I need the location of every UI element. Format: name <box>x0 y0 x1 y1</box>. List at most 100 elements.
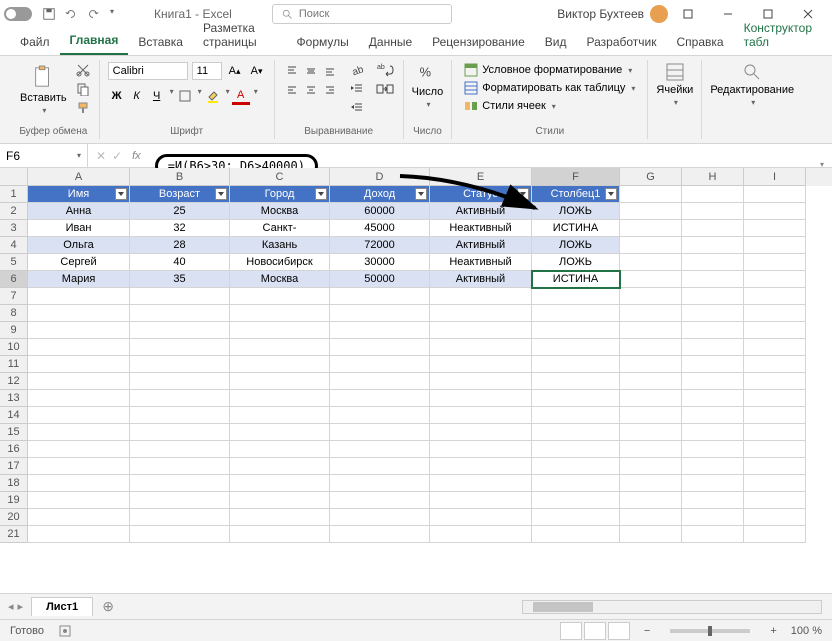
filter-button[interactable] <box>315 188 327 200</box>
paste-button[interactable]: Вставить ▾ <box>16 62 71 117</box>
cell[interactable] <box>620 254 682 271</box>
cell[interactable] <box>130 356 230 373</box>
cell[interactable] <box>230 441 330 458</box>
cell[interactable] <box>744 220 806 237</box>
record-macro-icon[interactable] <box>58 624 72 638</box>
zoom-in-button[interactable]: + <box>770 625 776 637</box>
cell[interactable] <box>130 288 230 305</box>
sheet-nav-next-icon[interactable]: ▸ <box>18 600 24 613</box>
merge-cells-icon[interactable] <box>375 81 395 97</box>
cell[interactable] <box>682 288 744 305</box>
table-header-cell[interactable]: Столбец1 <box>532 186 620 203</box>
cell[interactable] <box>130 390 230 407</box>
align-top-icon[interactable] <box>283 62 301 80</box>
row-header[interactable]: 1 <box>0 186 28 203</box>
cell[interactable] <box>532 407 620 424</box>
cell[interactable]: 28 <box>130 237 230 254</box>
italic-button[interactable]: К <box>128 87 146 105</box>
cell[interactable] <box>532 509 620 526</box>
cell[interactable] <box>130 373 230 390</box>
decrease-indent-icon[interactable] <box>349 81 365 97</box>
tab-insert[interactable]: Вставка <box>128 29 193 55</box>
cell[interactable]: 45000 <box>330 220 430 237</box>
cell[interactable]: ЛОЖЬ <box>532 203 620 220</box>
cell[interactable] <box>744 475 806 492</box>
cell[interactable] <box>620 288 682 305</box>
cell[interactable] <box>620 339 682 356</box>
cell[interactable] <box>620 322 682 339</box>
row-header[interactable]: 2 <box>0 203 28 220</box>
cell[interactable] <box>430 356 532 373</box>
cell[interactable] <box>130 441 230 458</box>
cell[interactable] <box>330 305 430 322</box>
cell[interactable] <box>620 526 682 543</box>
cell[interactable]: ЛОЖЬ <box>532 254 620 271</box>
cell[interactable] <box>682 271 744 288</box>
filter-button[interactable] <box>415 188 427 200</box>
cell[interactable] <box>682 373 744 390</box>
cancel-formula-icon[interactable]: ✕ <box>96 149 106 163</box>
cell[interactable] <box>744 288 806 305</box>
cell[interactable] <box>230 305 330 322</box>
table-header-cell[interactable]: Город <box>230 186 330 203</box>
cell[interactable]: Неактивный <box>430 254 532 271</box>
row-header[interactable]: 5 <box>0 254 28 271</box>
tab-view[interactable]: Вид <box>535 29 577 55</box>
cell[interactable] <box>532 441 620 458</box>
fill-color-icon[interactable] <box>204 87 222 105</box>
cell[interactable] <box>430 390 532 407</box>
select-all-corner[interactable] <box>0 168 28 186</box>
row-header[interactable]: 12 <box>0 373 28 390</box>
orientation-icon[interactable]: ab <box>349 62 365 78</box>
col-header[interactable]: B <box>130 168 230 186</box>
cell[interactable]: Активный <box>430 237 532 254</box>
cell[interactable] <box>430 424 532 441</box>
cell[interactable]: Казань <box>230 237 330 254</box>
cell[interactable] <box>682 322 744 339</box>
col-header[interactable]: A <box>28 168 130 186</box>
tab-developer[interactable]: Разработчик <box>577 29 667 55</box>
format-as-table-button[interactable]: Форматировать как таблицу▾ <box>460 80 639 96</box>
enter-formula-icon[interactable]: ✓ <box>112 149 122 163</box>
cell[interactable] <box>230 424 330 441</box>
cell[interactable] <box>532 305 620 322</box>
cell[interactable] <box>744 271 806 288</box>
cell[interactable] <box>28 373 130 390</box>
cell[interactable] <box>28 356 130 373</box>
bold-button[interactable]: Ж <box>108 87 126 105</box>
cell[interactable] <box>28 288 130 305</box>
align-center-icon[interactable] <box>302 81 320 99</box>
cell[interactable] <box>682 254 744 271</box>
cell[interactable] <box>28 407 130 424</box>
cell[interactable] <box>620 407 682 424</box>
table-header-cell[interactable]: Имя <box>28 186 130 203</box>
row-header[interactable]: 17 <box>0 458 28 475</box>
cell[interactable] <box>28 492 130 509</box>
cell[interactable] <box>130 509 230 526</box>
cell[interactable] <box>744 339 806 356</box>
tab-table-design[interactable]: Конструктор табл <box>734 15 822 55</box>
tab-file[interactable]: Файл <box>10 29 60 55</box>
col-header[interactable]: G <box>620 168 682 186</box>
cell[interactable] <box>744 203 806 220</box>
row-header[interactable]: 14 <box>0 407 28 424</box>
cell[interactable]: 60000 <box>330 203 430 220</box>
qat-dropdown-icon[interactable]: ▾ <box>110 7 114 21</box>
font-name-input[interactable] <box>108 62 188 80</box>
cell[interactable] <box>230 407 330 424</box>
cell[interactable] <box>532 322 620 339</box>
row-header[interactable]: 8 <box>0 305 28 322</box>
cell[interactable] <box>620 220 682 237</box>
cell[interactable] <box>230 475 330 492</box>
cell[interactable] <box>230 373 330 390</box>
sheet-nav-prev-icon[interactable]: ◂ <box>8 600 14 613</box>
cell[interactable] <box>28 526 130 543</box>
row-header[interactable]: 20 <box>0 509 28 526</box>
cell[interactable] <box>744 458 806 475</box>
cell[interactable]: 32 <box>130 220 230 237</box>
user-account[interactable]: Виктор Бухтеев <box>557 5 668 23</box>
cell[interactable] <box>744 390 806 407</box>
page-break-view-button[interactable] <box>608 622 630 640</box>
cell[interactable] <box>682 458 744 475</box>
cell[interactable] <box>682 237 744 254</box>
